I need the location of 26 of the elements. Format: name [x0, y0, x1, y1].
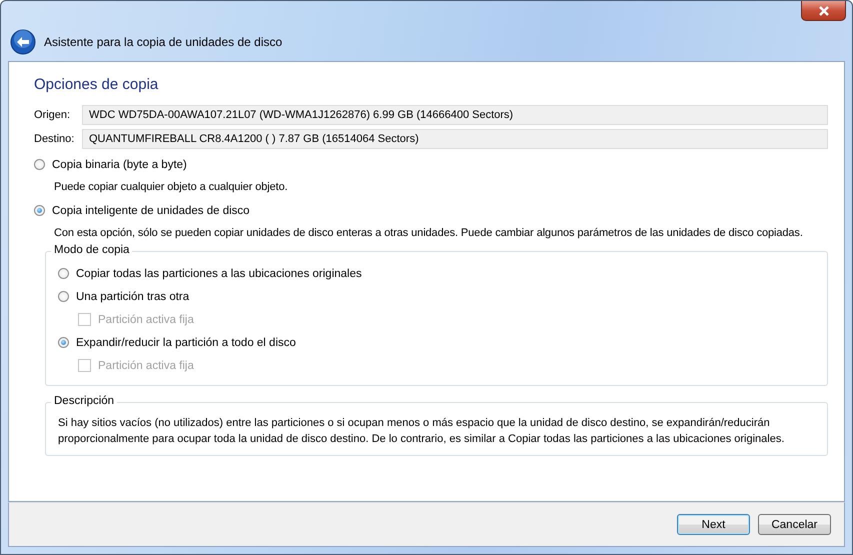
radio-label[interactable]: Una partición tras otra [76, 290, 190, 302]
dialog-button[interactable]: Cancelar [758, 514, 831, 535]
radio-button[interactable] [34, 205, 45, 216]
radio-button[interactable] [58, 268, 69, 279]
field-label: Origen: [34, 109, 72, 121]
radio-button[interactable] [58, 337, 69, 348]
description-text: Si hay sitios vacíos (no utilizados) entre las particiones o si ocupan menos o más espacio que la unidad de disco destino, se expandirán/reducirán proporcionalmente para ocupar toda la unidad de disco destino. De lo contrario, es similar a Copiar todas las particiones a las ubicaciones originales. [58, 416, 786, 447]
read-only-field: QUANTUMFIREBALL CR8.4A1200 ( ) 7.87 GB (16514064 Sectors) [82, 129, 828, 149]
group-title: Modo de copia [51, 244, 132, 256]
radio-button[interactable] [58, 291, 69, 302]
close-icon [816, 6, 830, 16]
radio-label[interactable]: Expandir/reducir la partición a todo el disco [76, 336, 296, 348]
window-title: Asistente para la copia de unidades de disco [44, 35, 282, 49]
page-heading: Opciones de copia [34, 76, 160, 93]
radio-label[interactable]: Copia binaria (byte a byte) [52, 158, 187, 170]
radio-label[interactable]: Copiar todas las particiones a las ubicaciones originales [76, 268, 362, 280]
back-button[interactable] [10, 29, 36, 55]
dialog-button[interactable]: Next [677, 514, 750, 535]
radio-button[interactable] [34, 159, 45, 170]
radio-label[interactable]: Copia inteligente de unidades de disco [52, 204, 250, 216]
option-description: Con esta opción, sólo se pueden copiar unidades de disco enteras a otras unidades. Puede cambiar algunos parámetros de las unidades de disco copiadas. [53, 226, 804, 241]
read-only-field: WDC WD75DA-00AWA107.21L07 (WD-WMA1J1262876) 6.99 GB (14666400 Sectors) [82, 105, 828, 125]
group-title: Descripción [51, 395, 118, 407]
close-button[interactable] [801, 1, 846, 21]
option-description: Puede copiar cualquier objeto a cualquier objeto. [53, 180, 289, 195]
field-label: Destino: [34, 133, 76, 145]
